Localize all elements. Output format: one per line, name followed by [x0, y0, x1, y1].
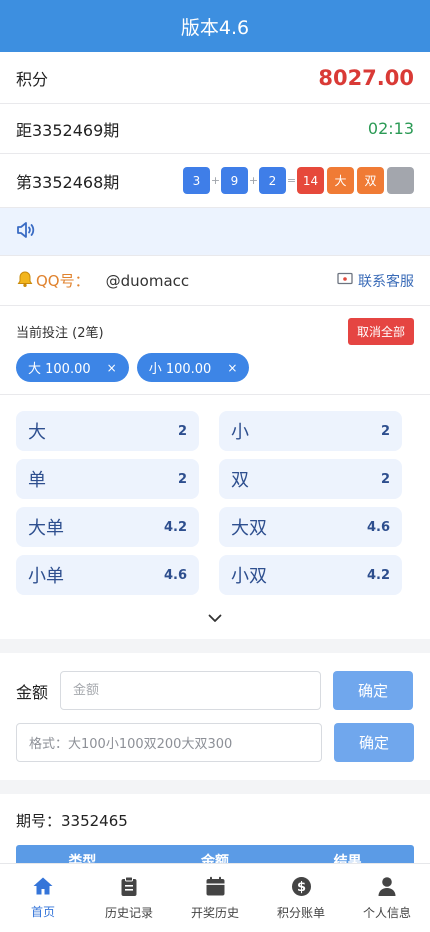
contact-row: QQ号： @duomacc 联系客服: [0, 256, 430, 306]
cancel-all-button[interactable]: 取消全部: [347, 318, 414, 345]
bet-option-odd[interactable]: 单 2: [16, 459, 199, 499]
option-odds: 4.2: [366, 567, 390, 583]
next-draw-label: 距3352469期: [16, 120, 120, 140]
tab-history[interactable]: 历史记录: [86, 864, 172, 932]
option-odds: 2: [380, 423, 390, 439]
option-name: 大: [28, 422, 46, 443]
bet-option-big[interactable]: 大 2: [16, 411, 199, 451]
remove-bet-icon[interactable]: ×: [227, 361, 237, 375]
option-odds: 4.2: [163, 519, 187, 535]
speaker-icon: [16, 221, 36, 243]
dollar-icon: $: [291, 876, 312, 904]
bottom-tab-bar: 首页 历史记录 开奖历史 $ 积分账单 个人信息: [0, 863, 430, 932]
tab-label: 开奖历史: [190, 905, 239, 920]
extra-badge: [387, 167, 414, 194]
header-bar: 版本4.6: [0, 0, 430, 52]
tab-points-bill[interactable]: $ 积分账单: [258, 864, 344, 932]
last-draw-label: 第3352468期: [16, 172, 120, 192]
option-odds: 2: [177, 471, 187, 487]
bet-option-small-odd[interactable]: 小单 4.6: [16, 555, 199, 595]
bell-icon: [16, 270, 34, 292]
draw-ball: 2: [259, 167, 286, 194]
countdown-timer: 02:13: [367, 119, 414, 138]
tab-label: 积分账单: [276, 905, 325, 920]
draw-sum: 14: [297, 167, 324, 194]
bet-option-small-even[interactable]: 小双 4.2: [219, 555, 402, 595]
current-bets-title: 当前投注 (2笔): [16, 326, 104, 341]
issue-number: 期号：3352465: [16, 812, 128, 830]
next-draw-row: 距3352469期 02:13: [0, 104, 430, 154]
format-confirm-button[interactable]: 确定: [334, 723, 414, 762]
calendar-icon: [205, 876, 226, 904]
svg-text:$: $: [296, 880, 305, 895]
option-odds: 2: [177, 423, 187, 439]
option-name: 大双: [231, 518, 267, 539]
tab-label: 个人信息: [362, 905, 411, 920]
score-value: 8027.00: [318, 65, 414, 90]
service-label: 联系客服: [358, 273, 414, 290]
remove-bet-icon[interactable]: ×: [107, 361, 117, 375]
section-gap: [0, 639, 430, 653]
option-name: 大单: [28, 518, 64, 539]
clipboard-icon: [120, 876, 138, 904]
contact-service-link[interactable]: 联系客服: [337, 271, 414, 291]
option-odds: 2: [380, 471, 390, 487]
amount-input[interactable]: [60, 671, 321, 710]
expand-options-toggle[interactable]: [16, 595, 414, 639]
amount-confirm-button[interactable]: 确定: [333, 671, 413, 710]
qq-value: @duomacc: [105, 271, 190, 290]
option-name: 双: [231, 470, 249, 491]
amount-panel: 金额 确定 确定: [0, 653, 430, 780]
chevron-down-icon: [208, 608, 222, 627]
bet-option-even[interactable]: 双 2: [219, 459, 402, 499]
bet-chip: 大 100.00 ×: [16, 353, 129, 382]
tab-home[interactable]: 首页: [0, 864, 86, 932]
bet-options-panel: 大 2 小 2 单 2 双 2 大单 4.2 大双 4.6 小单 4.6 小双: [0, 395, 430, 639]
bet-chip-label: 小 100.00: [148, 362, 212, 377]
option-odds: 4.6: [163, 567, 187, 583]
bet-chip-label: 大 100.00: [28, 362, 91, 377]
bet-option-big-even[interactable]: 大双 4.6: [219, 507, 402, 547]
user-icon: [377, 876, 397, 904]
tab-draw-history[interactable]: 开奖历史: [172, 864, 258, 932]
current-bets-panel: 当前投注 (2笔) 取消全部 大 100.00 × 小 100.00 ×: [0, 306, 430, 395]
option-name: 小双: [231, 566, 267, 587]
page-title: 版本4.6: [180, 16, 250, 39]
option-name: 小: [231, 422, 249, 443]
plus-sign: +: [248, 174, 259, 187]
option-name: 单: [28, 470, 46, 491]
tab-label: 首页: [30, 905, 55, 919]
home-icon: [32, 876, 54, 903]
draw-result: 3 + 9 + 2 = 14 大 双: [183, 167, 414, 194]
draw-ball: 3: [183, 167, 210, 194]
section-gap: [0, 780, 430, 794]
amount-label: 金额: [16, 682, 49, 702]
bet-option-big-odd[interactable]: 大单 4.2: [16, 507, 199, 547]
plus-sign: +: [210, 174, 221, 187]
bet-chip: 小 100.00 ×: [136, 353, 250, 382]
equals-sign: =: [286, 174, 297, 187]
option-odds: 4.6: [366, 519, 390, 535]
service-card-icon: [337, 272, 353, 289]
option-name: 小单: [28, 566, 64, 587]
last-draw-row: 第3352468期 3 + 9 + 2 = 14 大 双: [0, 154, 430, 208]
bet-option-small[interactable]: 小 2: [219, 411, 402, 451]
format-input[interactable]: [16, 723, 322, 762]
tab-label: 历史记录: [104, 905, 153, 920]
announcement-bar[interactable]: [0, 208, 430, 256]
size-badge: 大: [327, 167, 354, 194]
tab-profile[interactable]: 个人信息: [344, 864, 430, 932]
qq-label: QQ号：: [36, 272, 90, 290]
score-row: 积分 8027.00: [0, 52, 430, 104]
parity-badge: 双: [357, 167, 384, 194]
score-label: 积分: [16, 69, 49, 89]
draw-ball: 9: [221, 167, 248, 194]
